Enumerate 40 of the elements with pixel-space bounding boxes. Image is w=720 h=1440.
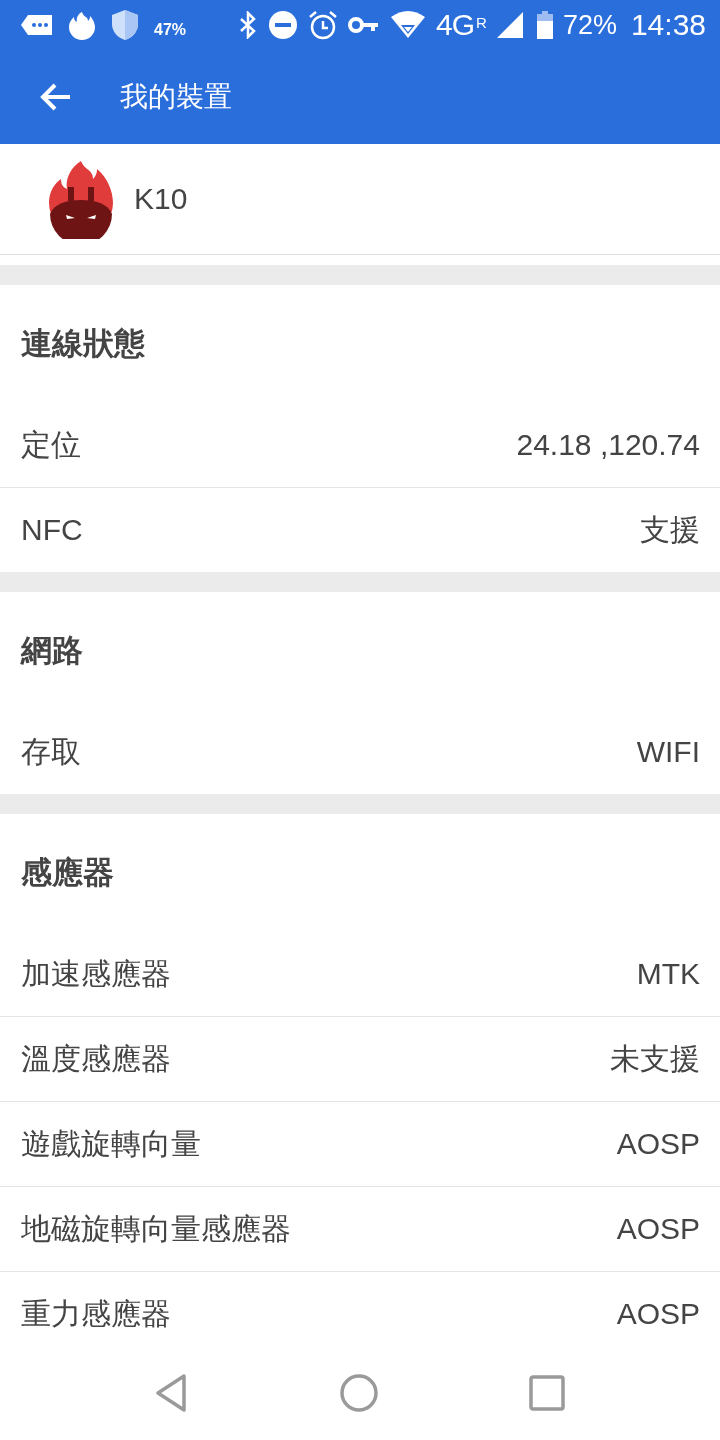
row-label: 溫度感應器 xyxy=(21,1040,171,1077)
page-title: 我的裝置 xyxy=(120,80,232,114)
row-label: NFC xyxy=(21,513,83,547)
key-icon xyxy=(348,15,380,35)
row-label: 加速感應器 xyxy=(21,955,171,992)
row-value: AOSP xyxy=(616,1127,700,1161)
battery-percent: 72% xyxy=(562,9,617,41)
roaming-mark: R xyxy=(476,14,487,31)
section-title: 感應器 xyxy=(21,854,114,892)
signal-icon xyxy=(496,12,523,38)
shield-icon xyxy=(110,9,140,41)
row-label: 地磁旋轉向量感應器 xyxy=(21,1210,291,1247)
row-value: AOSP xyxy=(616,1212,700,1246)
row-label: 定位 xyxy=(21,426,81,463)
row-value: WIFI xyxy=(636,735,700,769)
row-value: 24.18 ,120.74 xyxy=(516,428,700,462)
row-value: 支援 xyxy=(640,511,700,548)
row-value: 未支援 xyxy=(610,1040,700,1077)
back-arrow-icon[interactable] xyxy=(38,82,72,112)
battery-saver-percent: 47% xyxy=(154,21,187,39)
section-title: 網路 xyxy=(21,632,83,670)
back-icon[interactable] xyxy=(155,1372,189,1413)
network-type: 4G xyxy=(436,8,475,42)
wifi-icon xyxy=(390,11,426,39)
message-icon xyxy=(20,13,54,37)
row-value: AOSP xyxy=(616,1297,700,1331)
battery-icon xyxy=(536,11,553,39)
row-label: 重力感應器 xyxy=(21,1295,171,1332)
section-title: 連線狀態 xyxy=(21,325,145,363)
flame-icon xyxy=(68,10,96,40)
row-label: 遊戲旋轉向量 xyxy=(21,1125,201,1162)
row-label: 存取 xyxy=(21,733,81,770)
device-name: K10 xyxy=(134,182,188,216)
bluetooth-icon xyxy=(238,11,258,39)
do-not-disturb-icon xyxy=(268,10,298,40)
recents-icon[interactable] xyxy=(529,1374,565,1411)
home-icon[interactable] xyxy=(339,1372,379,1413)
clock: 14:38 xyxy=(630,8,706,42)
row-value: MTK xyxy=(636,957,700,991)
alarm-icon xyxy=(308,10,338,40)
